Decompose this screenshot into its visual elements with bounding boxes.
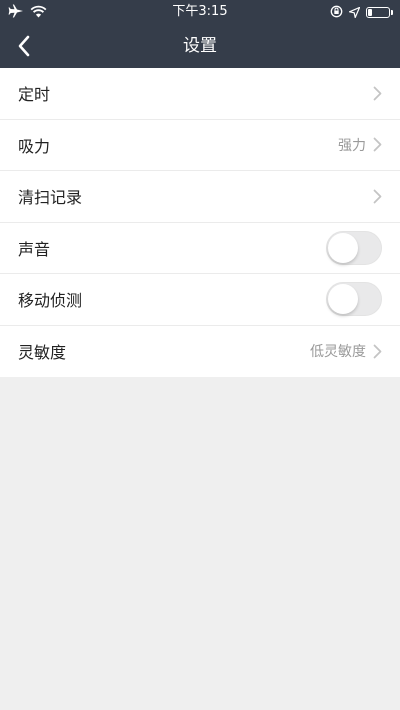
header: 下午3:15 设置	[0, 0, 400, 68]
settings-row-sensitivity[interactable]: 灵敏度 低灵敏度	[0, 326, 400, 378]
chevron-right-icon	[372, 188, 382, 204]
lock-rotation-icon	[330, 3, 343, 22]
settings-row-timer[interactable]: 定时	[0, 68, 400, 120]
status-right	[330, 3, 393, 22]
location-icon	[348, 3, 361, 22]
settings-row-label: 清扫记录	[18, 188, 83, 208]
chevron-right-icon	[372, 137, 382, 153]
toggle-knob	[328, 284, 358, 315]
chevron-right-icon	[372, 343, 382, 359]
battery-icon	[366, 6, 393, 18]
sound-toggle[interactable]	[326, 230, 382, 265]
toggle-knob	[328, 232, 358, 263]
settings-row-label: 声音	[18, 239, 51, 259]
chevron-left-icon	[18, 35, 30, 57]
settings-row-suction[interactable]: 吸力 强力	[0, 120, 400, 171]
settings-row-value: 强力	[338, 137, 366, 154]
settings-row-clean-history[interactable]: 清扫记录	[0, 171, 400, 223]
nav-bar: 设置	[0, 24, 400, 68]
settings-list: 定时 吸力 强力 清扫记录 声音 移动侦测 灵敏度 低灵敏度	[0, 68, 400, 377]
settings-row-label: 定时	[18, 85, 51, 105]
battery-fill	[368, 8, 372, 16]
settings-row-sound: 声音	[0, 223, 400, 274]
status-bar: 下午3:15	[0, 0, 400, 24]
settings-row-motion-detection: 移动侦测	[0, 274, 400, 326]
chevron-right-icon	[372, 85, 382, 101]
back-button[interactable]	[10, 32, 38, 60]
settings-row-label: 灵敏度	[18, 343, 67, 363]
settings-row-label: 移动侦测	[18, 291, 83, 311]
page-title: 设置	[183, 36, 217, 56]
settings-row-label: 吸力	[18, 136, 51, 156]
motion-detection-toggle[interactable]	[326, 282, 382, 317]
settings-row-value: 低灵敏度	[310, 344, 366, 361]
